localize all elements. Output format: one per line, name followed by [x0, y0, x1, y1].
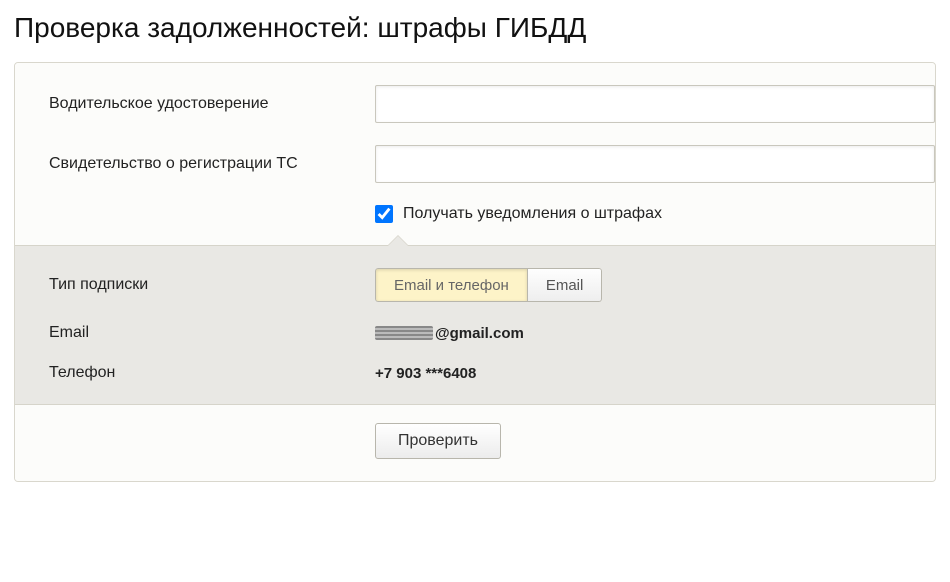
subscription-option-email[interactable]: Email	[528, 268, 603, 302]
phone-value: +7 903 ***6408	[375, 365, 476, 382]
notifications-row: Получать уведомления о штрафах	[375, 205, 905, 223]
subscription-type-row: Тип подписки Email и телефон Email	[49, 268, 905, 302]
phone-row: Телефон +7 903 ***6408	[49, 364, 905, 382]
submit-button[interactable]: Проверить	[375, 423, 501, 459]
subscription-type-label: Тип подписки	[49, 276, 375, 294]
vehicle-cert-input[interactable]	[375, 145, 935, 183]
driver-license-row: Водительское удостоверение	[49, 85, 905, 123]
notifications-checkbox[interactable]	[375, 205, 393, 223]
submit-section: Проверить	[15, 405, 935, 481]
vehicle-cert-label: Свидетельство о регистрации ТС	[49, 155, 375, 173]
phone-label: Телефон	[49, 364, 375, 382]
driver-license-input[interactable]	[375, 85, 935, 123]
inputs-section: Водительское удостоверение Свидетельство…	[15, 63, 935, 245]
page-title: Проверка задолженностей: штрафы ГИБДД	[14, 12, 936, 44]
subscription-option-both[interactable]: Email и телефон	[375, 268, 528, 302]
email-masked-part	[375, 326, 433, 340]
driver-license-label: Водительское удостоверение	[49, 95, 375, 113]
subscription-type-segmented: Email и телефон Email	[375, 268, 602, 302]
notifications-label: Получать уведомления о штрафах	[403, 205, 662, 223]
email-label: Email	[49, 324, 375, 342]
fines-form-panel: Водительское удостоверение Свидетельство…	[14, 62, 936, 482]
email-value: @gmail.com	[375, 325, 524, 342]
subscription-section: Тип подписки Email и телефон Email Email…	[15, 245, 935, 405]
vehicle-cert-row: Свидетельство о регистрации ТС	[49, 145, 905, 183]
email-row: Email @gmail.com	[49, 324, 905, 342]
